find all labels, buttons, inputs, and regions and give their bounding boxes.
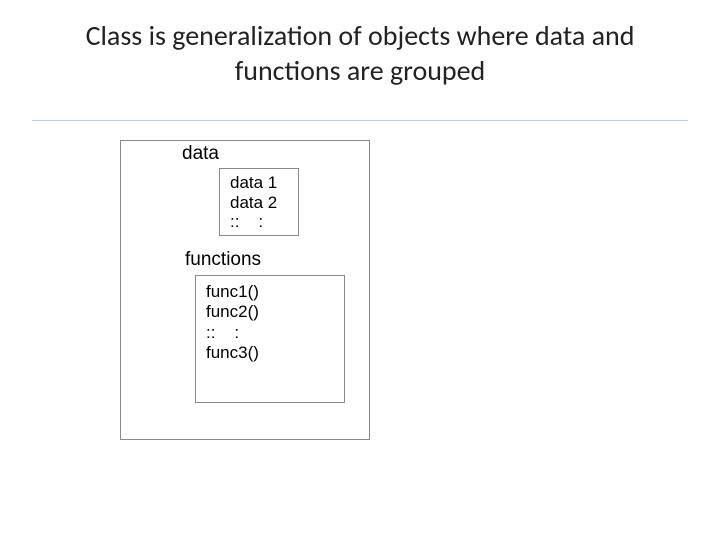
slide-title: Class is generalization of objects where… [60, 18, 660, 88]
title-divider [32, 120, 688, 121]
class-box: data data 1 data 2 :: : functions func1(… [120, 140, 370, 440]
functions-members-box: func1() func2() :: : func3() [195, 275, 345, 403]
data-section-label: data [182, 143, 219, 165]
slide: Class is generalization of objects where… [0, 0, 720, 540]
data-members-box: data 1 data 2 :: : [219, 168, 299, 236]
functions-section-label: functions [185, 249, 261, 271]
